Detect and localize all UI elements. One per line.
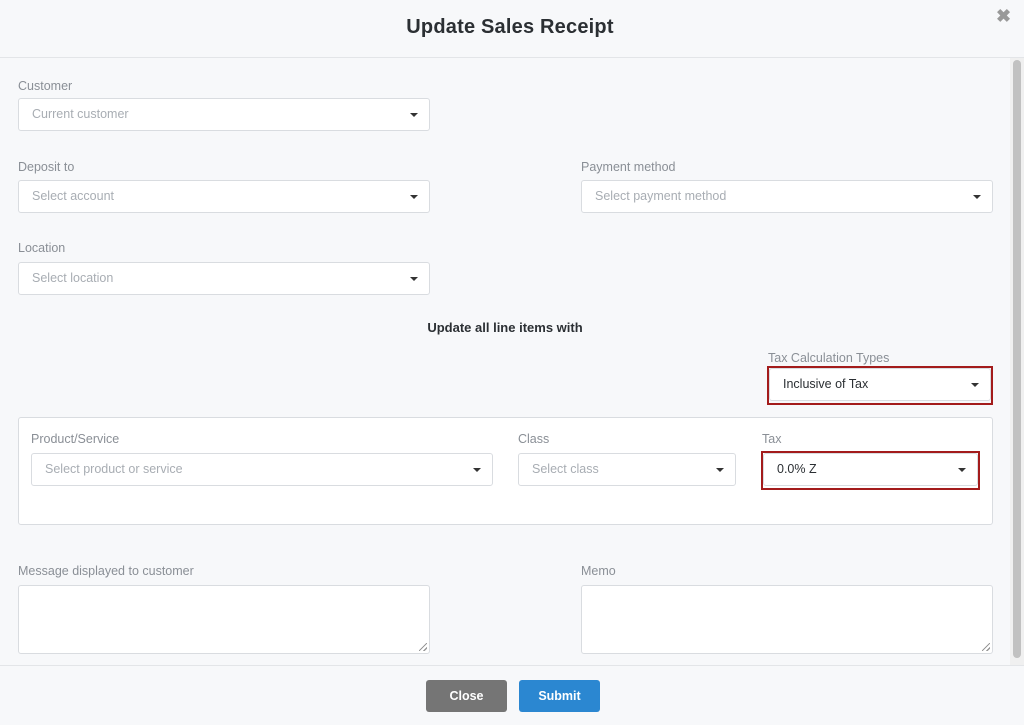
submit-button[interactable]: Submit: [519, 680, 600, 712]
dialog-footer: Close Submit: [0, 665, 1024, 725]
product-placeholder: Select product or service: [45, 462, 183, 476]
product-label: Product/Service: [31, 432, 120, 446]
payment-method-label: Payment method: [581, 160, 676, 174]
chevron-down-icon: [410, 277, 418, 281]
deposit-to-select[interactable]: Select account: [18, 180, 430, 213]
close-icon[interactable]: ✖: [996, 6, 1011, 27]
scrollbar-thumb[interactable]: [1013, 60, 1021, 658]
class-label: Class: [518, 432, 550, 446]
tax-label: Tax: [762, 432, 782, 446]
close-button[interactable]: Close: [426, 680, 507, 712]
message-label: Message displayed to customer: [18, 564, 194, 578]
memo-label: Memo: [581, 564, 616, 578]
chevron-down-icon: [473, 468, 481, 472]
dialog-header: Update Sales Receipt ✖: [0, 0, 1024, 58]
chevron-down-icon: [973, 195, 981, 199]
customer-label: Customer: [18, 79, 73, 93]
location-label: Location: [18, 241, 66, 255]
product-select[interactable]: Select product or service: [31, 453, 493, 486]
location-select[interactable]: Select location: [18, 262, 430, 295]
chevron-down-icon: [716, 468, 724, 472]
class-select[interactable]: Select class: [518, 453, 736, 486]
memo-textarea[interactable]: [581, 585, 993, 654]
tax-highlight: [761, 451, 980, 490]
customer-placeholder: Current customer: [32, 107, 129, 121]
deposit-to-placeholder: Select account: [32, 189, 114, 203]
location-placeholder: Select location: [32, 271, 114, 285]
tax-calc-label: Tax Calculation Types: [768, 351, 890, 365]
class-placeholder: Select class: [532, 462, 599, 476]
dialog-title: Update Sales Receipt: [406, 16, 614, 38]
resize-handle-icon[interactable]: [982, 643, 990, 651]
line-items-heading: Update all line items with: [427, 320, 583, 335]
resize-handle-icon[interactable]: [419, 643, 427, 651]
deposit-to-label: Deposit to: [18, 160, 75, 174]
chevron-down-icon: [410, 113, 418, 117]
payment-method-placeholder: Select payment method: [595, 189, 727, 203]
dialog-body: Customer Current customer Deposit to Sel…: [0, 58, 1010, 665]
tax-calc-highlight: [767, 366, 993, 405]
message-textarea[interactable]: [18, 585, 430, 654]
customer-select[interactable]: Current customer: [18, 98, 430, 131]
payment-method-select[interactable]: Select payment method: [581, 180, 993, 213]
chevron-down-icon: [410, 195, 418, 199]
